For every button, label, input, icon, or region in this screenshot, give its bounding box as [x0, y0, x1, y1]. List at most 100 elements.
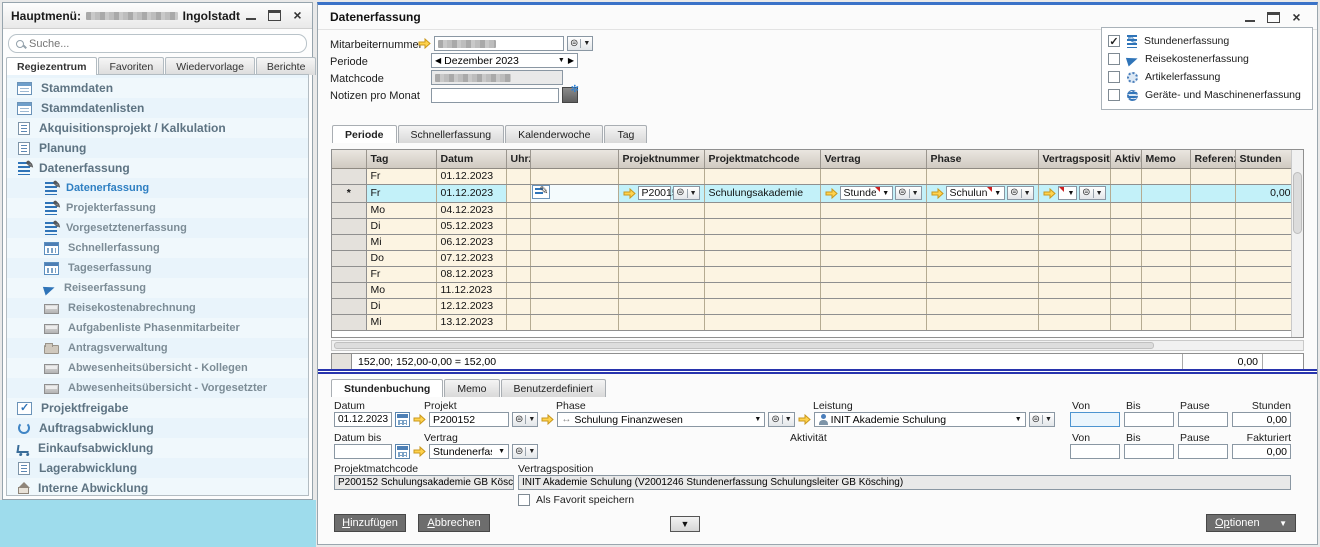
cell-referenz[interactable] — [1190, 218, 1235, 234]
cell-vertrag[interactable]: ▼ ⊜▼ — [820, 250, 926, 266]
table-row[interactable]: Mi 13.12.2023 ⊜▼ — [332, 314, 1291, 330]
booking-tab[interactable]: Benutzerdefiniert — [501, 379, 606, 397]
row-selector-cell[interactable] — [332, 202, 366, 218]
hinzufuegen-button[interactable]: Hinzufügen — [334, 514, 406, 532]
cell-memo[interactable] — [1141, 250, 1190, 266]
row-selector-cell[interactable] — [332, 266, 366, 282]
sidebar-item[interactable]: Stammdaten — [7, 78, 308, 98]
cell-tag[interactable]: Mo — [366, 202, 436, 218]
table-row[interactable]: Mo 04.12.2023 ⊜▼ — [332, 202, 1291, 218]
cell-tag[interactable]: Mi — [366, 234, 436, 250]
cell-datum[interactable]: 13.12.2023 — [436, 314, 506, 330]
phase-combo[interactable]: ↔Schulung Finanzwesen▼ — [557, 412, 765, 427]
choose-from-list-button[interactable]: ⊜▼ — [512, 412, 538, 427]
cell-uhrzeit[interactable] — [506, 282, 530, 298]
cell-phase[interactable]: ▼ ⊜▼ — [926, 314, 1038, 330]
cell-projektnummer[interactable]: ⊜▼ — [618, 202, 704, 218]
column-header[interactable]: Referenz — [1190, 150, 1235, 168]
row-selector-cell[interactable] — [332, 250, 366, 266]
cell-projektnummer[interactable]: ⊜▼ — [618, 298, 704, 314]
column-header[interactable]: Projektmatchcode — [704, 150, 820, 168]
cell-stunden[interactable] — [1235, 218, 1291, 234]
sidebar-item[interactable]: Antragsverwaltung — [7, 338, 308, 358]
cell-referenz[interactable] — [1190, 266, 1235, 282]
cell-datum[interactable]: 01.12.2023 — [436, 184, 506, 202]
column-header[interactable]: Stunden — [1235, 150, 1291, 168]
cell-memo[interactable] — [1141, 234, 1190, 250]
choose-from-list-button[interactable]: ⊜▼ — [895, 186, 921, 200]
cell-vertrag[interactable]: ▼ ⊜▼ — [820, 314, 926, 330]
column-header[interactable]: Aktivität — [1110, 150, 1141, 168]
column-header[interactable]: Tag — [366, 150, 436, 168]
cell-uhrzeit[interactable] — [506, 298, 530, 314]
cell-vertrag[interactable]: ▼ ⊜▼ — [820, 218, 926, 234]
cell-aktivitaet[interactable] — [1110, 282, 1141, 298]
prev-month-icon[interactable]: ◀ — [435, 56, 441, 65]
cell-vertragsposition[interactable]: ▼ ⊜▼ — [1038, 250, 1110, 266]
row-selector-cell[interactable] — [332, 282, 366, 298]
booking-tab[interactable]: Stundenbuchung — [331, 379, 443, 397]
cell-phase[interactable]: ▼ ⊜▼ — [926, 234, 1038, 250]
cell-phase[interactable]: ▼ ⊜▼ — [926, 202, 1038, 218]
sidebar-item[interactable]: Tageserfassung — [7, 258, 308, 278]
cell-tag[interactable]: Fr — [366, 184, 436, 202]
abbrechen-button[interactable]: Abbrechen — [418, 514, 490, 532]
cell-phase[interactable]: ▼ ⊜▼ — [926, 266, 1038, 282]
cell-projektnummer[interactable]: ⊜▼ — [618, 266, 704, 282]
cell-stunden[interactable] — [1235, 250, 1291, 266]
cell-uhrzeit[interactable] — [506, 314, 530, 330]
cell-vertrag[interactable]: ▼ ⊜▼ — [820, 202, 926, 218]
cell-tag[interactable]: Fr — [366, 266, 436, 282]
cell-phase[interactable]: ▼ ⊜▼ — [926, 168, 1038, 184]
choose-from-list-button[interactable]: ⊜▼ — [1007, 186, 1033, 200]
choose-from-list-button[interactable]: ⊜▼ — [512, 444, 538, 459]
vertical-scrollbar[interactable] — [1291, 150, 1303, 337]
cell-vertragsposition[interactable]: ▼ ⊜▼ — [1038, 202, 1110, 218]
cell-memo[interactable] — [1141, 184, 1190, 202]
cell-vertrag[interactable]: ▼ ⊜▼ — [820, 266, 926, 282]
cell-vertrag[interactable]: ▼ ⊜▼ — [820, 168, 926, 184]
cell-aktivitaet[interactable] — [1110, 202, 1141, 218]
optionen-button[interactable]: Optionen▼ — [1206, 514, 1296, 532]
von-input-2[interactable] — [1070, 444, 1120, 459]
vertragsposition-combo[interactable]: INIT Akade▼ — [1058, 186, 1078, 200]
sidebar-item[interactable]: Interne Abwicklung — [7, 478, 308, 496]
cell-vertrag[interactable]: Stundenerfa▼ ⊜▼ — [820, 184, 926, 202]
cell-datum[interactable]: 11.12.2023 — [436, 282, 506, 298]
cell-referenz[interactable] — [1190, 282, 1235, 298]
sidebar-tab[interactable]: Regiezentrum — [6, 57, 97, 75]
datum-bis-input[interactable] — [334, 444, 392, 459]
cell-projektmatchcode[interactable]: Schulungsakademie — [704, 184, 820, 202]
calendar-icon[interactable] — [395, 444, 410, 459]
fakturiert-input[interactable] — [1232, 444, 1291, 459]
cell-vertragsposition[interactable]: ▼ ⊜▼ — [1038, 234, 1110, 250]
cell-referenz[interactable] — [1190, 314, 1235, 330]
cell-phase[interactable]: ▼ ⊜▼ — [926, 298, 1038, 314]
grid-tab[interactable]: Periode — [332, 125, 397, 143]
cell-aktivitaet[interactable] — [1110, 234, 1141, 250]
von-input[interactable] — [1070, 412, 1120, 427]
horizontal-scrollbar[interactable] — [331, 340, 1304, 351]
leistung-combo[interactable]: INIT Akademie Schulung▼ — [814, 412, 1026, 427]
sidebar-item[interactable]: Vorgesetztenerfassung — [7, 218, 308, 238]
module-checkbox[interactable]: ✓ — [1108, 89, 1120, 101]
cell-uhrzeit[interactable] — [506, 184, 530, 202]
sidebar-tab[interactable]: Berichte — [256, 57, 317, 75]
next-month-icon[interactable]: ▶ — [568, 56, 574, 65]
cell-projektmatchcode[interactable] — [704, 234, 820, 250]
cell-projektmatchcode[interactable] — [704, 282, 820, 298]
table-row[interactable]: Di 05.12.2023 ⊜▼ — [332, 218, 1291, 234]
sidebar-item[interactable]: Lagerabwicklung — [7, 458, 308, 478]
cell-referenz[interactable] — [1190, 202, 1235, 218]
choose-from-list-button[interactable]: ⊜▼ — [673, 186, 699, 200]
link-arrow-icon[interactable] — [541, 414, 554, 425]
cell-referenz[interactable] — [1190, 298, 1235, 314]
cell-uhrzeit[interactable] — [506, 266, 530, 282]
module-checkbox[interactable]: ✓ — [1108, 71, 1120, 83]
cell-referenz[interactable] — [1190, 234, 1235, 250]
link-arrow-icon[interactable] — [798, 414, 811, 425]
cell-projektmatchcode[interactable] — [704, 266, 820, 282]
table-row[interactable]: Fr 08.12.2023 ⊜▼ — [332, 266, 1291, 282]
cell-projektmatchcode[interactable] — [704, 202, 820, 218]
cell-memo[interactable] — [1141, 202, 1190, 218]
